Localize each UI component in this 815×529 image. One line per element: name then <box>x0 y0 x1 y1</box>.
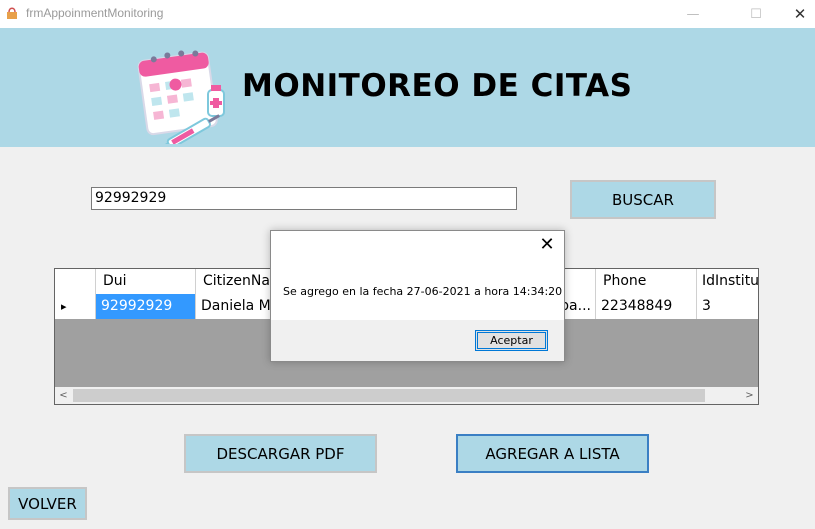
accept-button[interactable]: Aceptar <box>475 330 548 351</box>
row-header-corner <box>55 269 96 294</box>
search-input[interactable]: 92992929 <box>91 187 517 210</box>
horizontal-scrollbar[interactable]: < > <box>55 387 758 404</box>
app-icon <box>7 7 17 19</box>
cell-phone[interactable]: 22348849 <box>596 294 697 319</box>
scroll-left-icon[interactable]: < <box>55 387 72 404</box>
maximize-button[interactable]: ☐ <box>733 0 779 28</box>
current-row-icon: ▸ <box>61 300 67 313</box>
title-bar: frmAppoinmentMonitoring — ☐ ✕ <box>0 0 815 28</box>
minimize-button[interactable]: — <box>670 0 716 28</box>
window-title: frmAppoinmentMonitoring <box>26 6 164 20</box>
column-header-phone[interactable]: Phone <box>596 269 697 294</box>
dialog-footer: Aceptar <box>271 320 564 361</box>
scroll-thumb[interactable] <box>73 389 705 402</box>
cell-id-institution[interactable]: 3 <box>697 294 758 319</box>
download-pdf-button[interactable]: DESCARGAR PDF <box>184 434 377 473</box>
add-to-list-button[interactable]: AGREGAR A LISTA <box>456 434 649 473</box>
message-dialog: ✕ Se agrego en la fecha 27-06-2021 a hor… <box>270 230 565 362</box>
column-header-dui[interactable]: Dui <box>96 269 196 294</box>
page-title: MONITOREO DE CITAS <box>242 68 633 104</box>
scroll-right-icon[interactable]: > <box>741 387 758 404</box>
close-button[interactable]: ✕ <box>777 0 815 28</box>
calendar-medical-icon <box>137 50 225 144</box>
dialog-message: Se agrego en la fecha 27-06-2021 a hora … <box>283 285 563 298</box>
cell-dui[interactable]: 92992929 <box>96 294 196 319</box>
search-button[interactable]: BUSCAR <box>570 180 716 219</box>
header-banner: MONITOREO DE CITAS <box>0 28 815 147</box>
column-header-id-institution[interactable]: IdInstitu <box>697 269 758 294</box>
row-selector[interactable]: ▸ <box>55 294 96 319</box>
back-button[interactable]: VOLVER <box>8 487 87 520</box>
dialog-close-icon[interactable]: ✕ <box>539 236 555 254</box>
